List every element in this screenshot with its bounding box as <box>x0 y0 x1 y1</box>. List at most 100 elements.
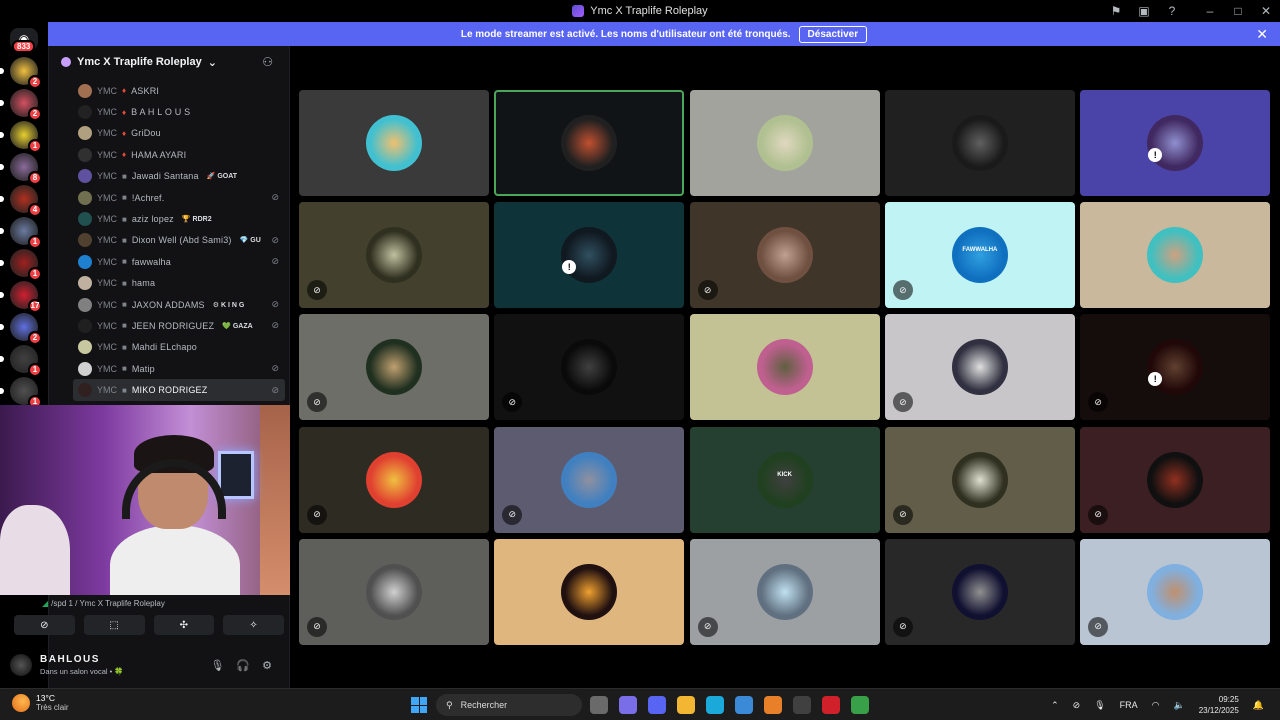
participant-tile[interactable]: ⊘ <box>1080 538 1271 645</box>
screen-icon[interactable]: ▣ <box>1130 4 1158 18</box>
participant-tile[interactable]: ⊘ <box>494 426 685 533</box>
file-explorer-icon[interactable] <box>677 696 695 714</box>
app-red-icon[interactable] <box>822 696 840 714</box>
server-icon-6[interactable]: 1 <box>0 217 42 249</box>
participant-tile[interactable]: ⊘ <box>1080 426 1271 533</box>
voice-member[interactable]: YMC ♦ B A H L O U S <box>73 101 285 122</box>
invite-icon[interactable]: ⚇ <box>262 55 273 69</box>
participant-tile[interactable]: ⊘ <box>884 426 1075 533</box>
task-view-icon[interactable] <box>590 696 608 714</box>
participant-tile[interactable]: ⊘ <box>299 538 489 645</box>
voice-member[interactable]: YMC ♦ HAMA AYARI <box>73 144 285 165</box>
participant-tile[interactable]: ⊘ <box>299 426 489 533</box>
server-icon-5[interactable]: 4 <box>0 185 42 217</box>
avatar <box>951 451 1008 508</box>
participant-tile[interactable]: ⊘ <box>689 538 880 645</box>
language-indicator[interactable]: FRA <box>1120 700 1138 710</box>
voice-member[interactable]: YMC ■ !Achref. ⊘ <box>73 187 285 208</box>
voice-member[interactable]: YMC ■ MIKO RODRIGEZ ⊘ <box>73 379 285 401</box>
discord-icon[interactable] <box>648 696 666 714</box>
home-badge: 833 <box>12 40 36 53</box>
participant-tile[interactable] <box>494 538 685 645</box>
server-icon-10[interactable]: 1 <box>0 345 42 377</box>
screenshare-button[interactable]: ⬚ <box>83 615 145 635</box>
edge-icon[interactable] <box>706 696 724 714</box>
store-icon[interactable] <box>735 696 753 714</box>
voice-member[interactable]: YMC ♦ GriDou <box>73 123 285 144</box>
clock[interactable]: 09:25 23/12/2025 <box>1199 694 1239 716</box>
microphone-tray-icon[interactable]: 🎙 <box>1094 700 1105 711</box>
server-icon-8[interactable]: 17 <box>0 281 42 313</box>
participant-tile[interactable] <box>884 90 1075 196</box>
taskbar-search[interactable]: ⚲ Rechercher <box>436 694 582 716</box>
settings-gear-icon[interactable]: ⚙ <box>262 659 272 672</box>
copilot-icon[interactable] <box>619 696 637 714</box>
participant-tile[interactable]: ⊘ <box>299 314 489 421</box>
chrome-icon[interactable] <box>793 696 811 714</box>
headset-icon[interactable]: 🎧 <box>236 659 250 672</box>
microphone-icon[interactable]: 🎙 <box>210 659 224 672</box>
voice-member[interactable]: YMC ■ JAXON ADDAMS ⚙ K I N G ⊘ <box>73 294 285 315</box>
participant-tile[interactable]: KICK <box>689 426 880 533</box>
voice-member[interactable]: YMC ■ hama <box>73 273 285 294</box>
maximize-button[interactable]: □ <box>1224 4 1252 18</box>
weather-widget[interactable]: 13°C Très clair <box>12 693 69 712</box>
chevron-up-icon[interactable]: ⌃ <box>1051 700 1059 711</box>
participant-tile[interactable] <box>689 90 880 196</box>
participant-tile[interactable]: ⊘ <box>884 538 1075 645</box>
participant-tile[interactable]: ⊘ <box>884 314 1075 421</box>
server-icon-9[interactable]: 2 <box>0 313 42 345</box>
server-icon-7[interactable]: 1 <box>0 249 42 281</box>
activities-button[interactable]: ✣ <box>153 615 215 635</box>
disable-streamer-button[interactable]: Désactiver <box>798 25 868 43</box>
voice-member[interactable]: YMC ■ Jawadi Santana 🚀 GOAT <box>73 166 285 187</box>
voice-member[interactable]: YMC ■ Mahdi ELchapo <box>73 337 285 358</box>
participant-tile[interactable] <box>299 90 489 196</box>
minimize-button[interactable]: – <box>1196 4 1224 18</box>
participant-tile[interactable] <box>689 314 880 421</box>
participant-tile[interactable] <box>1080 202 1271 309</box>
voice-member[interactable]: YMC ♦ ASKRI <box>73 80 285 101</box>
wifi-icon[interactable]: ◠ <box>1152 700 1160 711</box>
participant-tile[interactable] <box>494 90 685 196</box>
soundboard-button[interactable]: ✧ <box>223 615 284 635</box>
camera-button[interactable]: ⊘ <box>14 615 75 635</box>
avatar[interactable] <box>10 654 32 676</box>
server-icon-3[interactable]: 1 <box>0 121 42 153</box>
close-window-button[interactable]: ✕ <box>1252 4 1280 18</box>
member-badge: ⚙ K I N G <box>212 301 245 309</box>
banner-close-icon[interactable]: ✕ <box>1256 26 1268 43</box>
inbox-icon[interactable]: ⚑ <box>1102 4 1130 18</box>
voice-member[interactable]: YMC ■ aziz lopez 🏆 RDR2 <box>73 208 285 229</box>
participant-tile[interactable]: ⊘ <box>299 202 489 309</box>
weather-icon <box>12 693 30 712</box>
notification-icon[interactable]: 🔔 <box>1253 700 1264 711</box>
server-icon-1[interactable]: 2 <box>0 57 42 89</box>
muted-icon: ⊘ <box>892 280 913 301</box>
server-icon-11[interactable]: 1 <box>0 377 42 409</box>
media-player-icon[interactable] <box>851 696 869 714</box>
server-icon-4[interactable]: 8 <box>0 153 42 185</box>
avatar-text: FAWWALHA <box>962 247 998 254</box>
network-off-icon[interactable]: ⊘ <box>1073 700 1081 711</box>
help-icon[interactable]: ? <box>1158 4 1186 18</box>
muted-icon: ⊘ <box>697 616 718 637</box>
volume-icon[interactable]: 🔈 <box>1174 700 1185 711</box>
voice-member[interactable]: YMC ■ JEEN RODRIGUEZ 💚 GAZA ⊘ <box>73 315 285 336</box>
member-marker: ■ <box>122 235 127 245</box>
voice-member[interactable]: YMC ■ Dixon Well (Abd Sami3) 💎 GU ⊘ <box>73 230 285 251</box>
participant-tile[interactable]: ! <box>494 202 685 309</box>
participant-tile[interactable]: ⊘ <box>689 202 880 309</box>
participant-tile[interactable]: FAWWALHA ⊘ <box>884 202 1075 309</box>
server-icon-2[interactable]: 2 <box>0 89 42 121</box>
participant-tile[interactable]: ! ⊘ <box>1080 314 1271 421</box>
voice-member[interactable]: YMC ■ Matip ⊘ <box>73 358 285 379</box>
participant-tile[interactable]: ! <box>1080 90 1271 196</box>
muted-icon: ⊘ <box>271 299 279 310</box>
participant-tile[interactable]: ⊘ <box>494 314 685 421</box>
vlc-icon[interactable] <box>764 696 782 714</box>
muted-icon: ⊘ <box>307 616 327 637</box>
server-header[interactable]: Ymc X Traplife Roleplay ⌄ ⚇ <box>49 46 289 78</box>
start-button[interactable] <box>411 697 427 713</box>
voice-member[interactable]: YMC ■ fawwalha ⊘ <box>73 251 285 272</box>
